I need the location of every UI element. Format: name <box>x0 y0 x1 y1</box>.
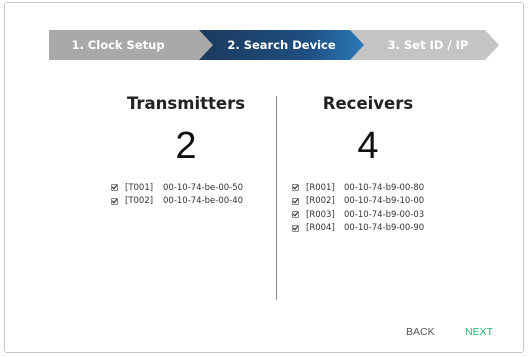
device-mac: 00-10-74-be-00-40 <box>163 196 244 207</box>
device-mac: 00-10-74-be-00-50 <box>163 182 244 193</box>
receiver-checkbox[interactable] <box>292 211 299 219</box>
step-label: 3. Set ID / IP <box>387 38 469 52</box>
device-id: [R004] <box>306 223 335 234</box>
receiver-list: [R001] 00-10-74-b9-00-80 [R002] 00-10-74… <box>292 181 424 235</box>
wizard-window: 1. Clock Setup 2. Search Device 3. Set I… <box>4 2 524 353</box>
receiver-checkbox[interactable] <box>292 224 299 232</box>
device-mac: 00-10-74-b9-10-00 <box>344 196 425 207</box>
list-item: [R002] 00-10-74-b9-10-00 <box>292 195 424 209</box>
device-mac: 00-10-74-b9-00-90 <box>344 223 425 234</box>
device-mac: 00-10-74-b9-00-03 <box>344 209 425 220</box>
device-id: [R001] <box>306 182 335 193</box>
transmitters-title: Transmitters <box>126 94 246 113</box>
transmitters-panel: Transmitters 2 <box>86 94 286 166</box>
receiver-checkbox[interactable] <box>292 184 299 192</box>
device-id: [R003] <box>306 209 335 220</box>
step-label: 2. Search Device <box>227 38 336 52</box>
list-item: [R004] 00-10-74-b9-00-90 <box>292 222 424 236</box>
device-mac: 00-10-74-b9-00-80 <box>344 182 425 193</box>
list-item: [T001] 00-10-74-be-00-50 <box>111 181 243 195</box>
wizard-stepper: 1. Clock Setup 2. Search Device 3. Set I… <box>49 30 499 60</box>
next-button[interactable]: NEXT <box>465 326 493 338</box>
receiver-checkbox[interactable] <box>292 197 299 205</box>
device-id: [T002] <box>125 196 154 207</box>
device-id: [T001] <box>125 182 154 193</box>
step-label: 1. Clock Setup <box>71 38 165 52</box>
transmitter-checkbox[interactable] <box>111 197 118 205</box>
step-search-device[interactable]: 2. Search Device <box>199 30 364 60</box>
list-item: [R001] 00-10-74-b9-00-80 <box>292 181 424 195</box>
transmitter-list: [T001] 00-10-74-be-00-50 [T002] 00-10-74… <box>111 181 243 208</box>
list-item: [R003] 00-10-74-b9-00-03 <box>292 208 424 222</box>
receivers-title: Receivers <box>322 94 414 113</box>
step-set-id-ip[interactable]: 3. Set ID / IP <box>349 30 499 60</box>
transmitter-checkbox[interactable] <box>111 184 118 192</box>
receivers-count: 4 <box>357 125 379 167</box>
step-clock-setup[interactable]: 1. Clock Setup <box>49 30 217 60</box>
transmitters-count: 2 <box>175 125 197 167</box>
back-button[interactable]: BACK <box>406 326 435 338</box>
receivers-panel: Receivers 4 <box>268 94 468 166</box>
device-id: [R002] <box>306 196 335 207</box>
list-item: [T002] 00-10-74-be-00-40 <box>111 195 243 209</box>
